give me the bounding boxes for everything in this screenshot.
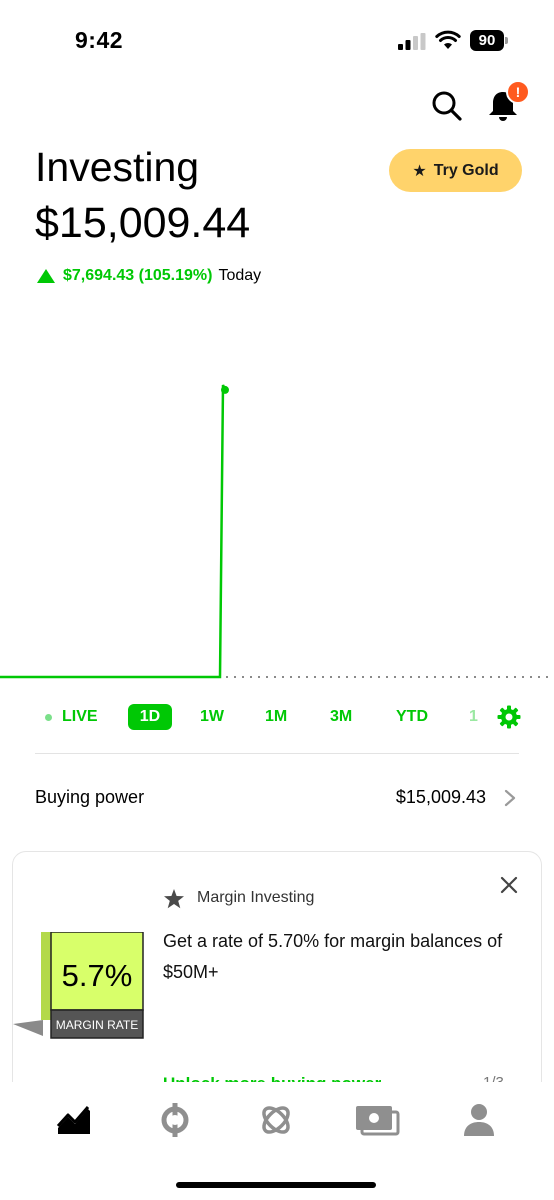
account-icon[interactable]: [461, 1102, 497, 1138]
margin-rate-value: 5.7%: [62, 958, 133, 993]
investing-icon[interactable]: [56, 1102, 92, 1138]
up-arrow-icon: [37, 269, 55, 283]
margin-rate-graphic: 5.7% MARGIN RATE: [13, 932, 144, 1039]
cellular-signal-icon: [398, 33, 426, 50]
card-heading: Margin Investing: [197, 889, 315, 906]
status-time: 9:42: [75, 27, 124, 53]
margin-rate-caption: MARGIN RATE: [56, 1018, 138, 1032]
notification-badge: !: [506, 80, 530, 104]
battery-tip: [505, 37, 508, 44]
page-title: Investing: [35, 144, 200, 190]
buying-power-label: Buying power: [35, 787, 145, 807]
portfolio-chart[interactable]: [0, 370, 554, 690]
battery-indicator: 90: [470, 30, 508, 51]
range-1m[interactable]: 1M: [265, 704, 287, 730]
crypto-icon[interactable]: [157, 1102, 193, 1138]
chevron-right-icon: [504, 789, 516, 807]
range-1d[interactable]: 1D: [128, 704, 172, 730]
time-range-selector: LIVE 1D 1W 1M 3M YTD 1: [0, 700, 554, 734]
live-dot: [45, 713, 52, 721]
buying-power-value: $15,009.43: [395, 787, 486, 807]
chart-settings-gear-icon[interactable]: [497, 705, 521, 729]
bottom-tab-bar: [0, 1082, 554, 1200]
try-gold-button[interactable]: ★ Try Gold: [389, 149, 522, 192]
star-icon: ★: [412, 162, 427, 180]
home-indicator: [176, 1182, 376, 1188]
margin-investing-card[interactable]: 5.7% MARGIN RATE Margin Investing Get a …: [12, 851, 542, 1111]
change-amount: $7,694.43 (105.19%): [63, 267, 213, 284]
explore-icon[interactable]: [258, 1102, 294, 1138]
range-1w[interactable]: 1W: [200, 704, 224, 730]
battery-level: 90: [470, 30, 504, 51]
search-icon[interactable]: [430, 89, 464, 123]
margin-box-side: [41, 932, 51, 1020]
change-period: Today: [218, 267, 262, 284]
chart-current-point: [221, 385, 229, 394]
try-gold-label: Try Gold: [433, 161, 499, 179]
portfolio-value: $15,009.44: [35, 199, 251, 247]
range-1y-partial[interactable]: 1: [469, 704, 478, 730]
divider: [35, 753, 519, 754]
card-body: Get a rate of 5.70% for margin balances …: [163, 931, 503, 982]
close-icon[interactable]: [499, 875, 519, 895]
buying-power-row[interactable]: Buying power $15,009.43: [35, 784, 519, 812]
range-3m[interactable]: 3M: [330, 704, 352, 730]
chart-line: [0, 384, 227, 679]
margin-shadow: [13, 1020, 43, 1036]
range-live[interactable]: LIVE: [45, 704, 98, 730]
range-live-label: LIVE: [62, 708, 98, 725]
cash-icon[interactable]: [354, 1102, 400, 1138]
daily-change: $7,694.43 (105.19%) Today: [37, 266, 261, 286]
range-ytd[interactable]: YTD: [396, 704, 428, 730]
status-bar: 9:42 90: [0, 0, 554, 70]
wifi-icon: [435, 30, 461, 49]
star-icon: [164, 889, 184, 909]
